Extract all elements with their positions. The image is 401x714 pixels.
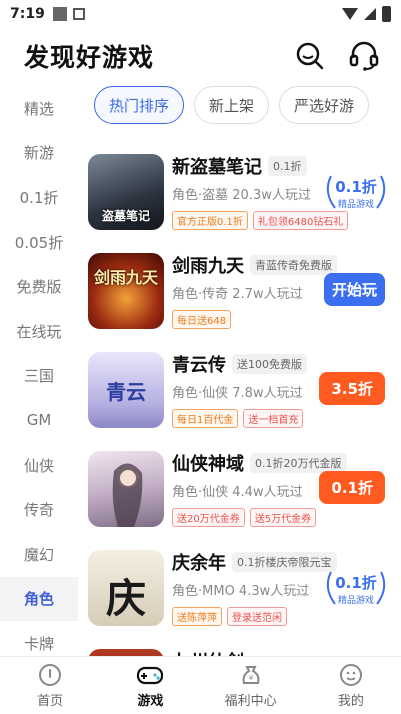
nav-profile[interactable]: 我的 xyxy=(301,657,401,714)
app-notification-icon xyxy=(72,8,85,20)
game-name: 剑雨九天 xyxy=(172,256,244,277)
laurel-icon xyxy=(326,175,386,209)
benefit-chip: 每日1百代金 xyxy=(172,409,239,428)
search-button[interactable] xyxy=(293,39,327,73)
game-version-tag: 青蓝传奇免费版 xyxy=(250,255,337,275)
discount-button[interactable]: 0.1折 xyxy=(319,471,385,504)
game-name: 庆余年 xyxy=(172,553,226,574)
game-version-tag: 送100免费版 xyxy=(232,354,307,374)
game-item[interactable]: 仙侠神域 0.1折20万代金版 角色·仙侠 4.4w人玩过 送20万代金券 送5… xyxy=(78,439,401,538)
game-version-tag: 0.1折20万代金版 xyxy=(250,453,347,473)
battery-icon xyxy=(382,6,391,22)
sidebar-item-free[interactable]: 免费版 xyxy=(0,264,78,309)
nav-label: 我的 xyxy=(337,693,364,709)
game-name: 九州仙剑 xyxy=(172,648,244,656)
bottom-nav: 首页 游戏 ¥ 福利中心 我的 xyxy=(0,656,401,714)
notification-icon xyxy=(52,7,67,21)
cover-title: 剑雨九天 xyxy=(93,268,158,287)
sidebar-item-01-discount[interactable]: 0.1折 xyxy=(0,175,78,220)
game-name: 新盗墓笔记 xyxy=(172,157,262,178)
search-icon xyxy=(296,42,324,70)
game-item[interactable]: 九州仙剑 xyxy=(78,637,401,656)
benefit-chip: 送20万代金券 xyxy=(172,508,245,527)
benefit-chip: 官方正版0.1折 xyxy=(172,211,248,230)
sidebar-item-xianxia[interactable]: 仙侠 xyxy=(0,443,78,488)
game-cover-image: 剑雨九天 xyxy=(88,253,164,329)
game-list: 盗墓笔记 新盗墓笔记 0.1折 角色·盗墓 20.3w人玩过 官方正版0.1折 … xyxy=(78,142,401,656)
game-version-tag: 0.1折 xyxy=(268,156,307,176)
sidebar-item-legend[interactable]: 传奇 xyxy=(0,487,78,532)
nav-label: 福利中心 xyxy=(224,693,277,709)
discount-seal-badge: 0.1折 精品游戏 xyxy=(321,564,391,614)
page-title: 发现好游戏 xyxy=(24,43,155,72)
gift-bag-icon: ¥ xyxy=(242,665,260,684)
cover-title: 盗墓笔记 xyxy=(101,209,150,223)
game-name: 仙侠神域 xyxy=(172,454,244,475)
game-cover-image xyxy=(88,649,164,656)
laurel-icon xyxy=(326,571,386,605)
tab-new[interactable]: 新上架 xyxy=(194,86,270,124)
status-icons xyxy=(342,6,391,22)
game-cover-image xyxy=(88,451,164,527)
sidebar-item-005-discount[interactable]: 0.05折 xyxy=(0,220,78,265)
nav-games[interactable]: 游戏 xyxy=(100,657,200,714)
cover-title: 青云 xyxy=(106,380,146,404)
nav-home[interactable]: 首页 xyxy=(0,657,100,714)
sidebar-item-card[interactable]: 卡牌 xyxy=(0,621,78,656)
game-cover-image: 青云 xyxy=(88,352,164,428)
cover-figure xyxy=(112,463,143,527)
nav-label: 游戏 xyxy=(137,693,164,709)
start-play-button[interactable]: 开始玩 xyxy=(323,273,385,306)
sidebar-item-three-kingdoms[interactable]: 三国 xyxy=(0,354,78,399)
status-bar: 7:19 xyxy=(0,0,401,28)
home-icon xyxy=(39,663,62,686)
discount-button[interactable]: 3.5折 xyxy=(319,372,385,405)
sidebar-item-rpg[interactable]: 角色 xyxy=(0,576,78,622)
sort-tabs: 热门排序 新上架 严选好游 xyxy=(94,86,401,128)
tab-curated[interactable]: 严选好游 xyxy=(279,86,370,124)
gamepad-icon xyxy=(137,666,164,684)
game-name: 青云传 xyxy=(172,355,226,376)
signal-icon xyxy=(364,8,376,20)
profile-icon xyxy=(339,663,362,686)
tab-hot[interactable]: 热门排序 xyxy=(94,86,185,124)
game-item[interactable]: 青云 青云传 送100免费版 角色·仙侠 7.8w人玩过 每日1百代金 送一档首… xyxy=(78,340,401,439)
sidebar-item-featured[interactable]: 精选 xyxy=(0,86,78,131)
game-item[interactable]: 剑雨九天 剑雨九天 青蓝传奇免费版 角色·传奇 2.7w人玩过 每日送648 开… xyxy=(78,241,401,340)
headset-icon xyxy=(349,41,379,71)
benefit-chip: 每日送648 xyxy=(172,310,232,329)
category-sidebar: 精选 新游 0.1折 0.05折 免费版 在线玩 三国 GM 仙侠 传奇 魔幻 … xyxy=(0,86,78,656)
game-item[interactable]: 盗墓笔记 新盗墓笔记 0.1折 角色·盗墓 20.3w人玩过 官方正版0.1折 … xyxy=(78,142,401,241)
sidebar-item-new[interactable]: 新游 xyxy=(0,131,78,176)
discount-seal-badge: 0.1折 精品游戏 xyxy=(321,168,391,218)
sidebar-item-gm[interactable]: GM xyxy=(0,398,78,443)
sidebar-item-online[interactable]: 在线玩 xyxy=(0,309,78,354)
cover-title: 庆 xyxy=(106,576,146,622)
page-header: 发现好游戏 xyxy=(24,38,381,74)
game-cover-image: 庆 xyxy=(88,550,164,626)
nav-label: 首页 xyxy=(37,693,64,709)
game-item[interactable]: 庆 庆余年 0.1折楼庆帝限元宝 角色·MMO 4.3w人玩过 送陈萍萍 登录送… xyxy=(78,538,401,637)
wifi-icon xyxy=(342,8,358,20)
nav-welfare[interactable]: ¥ 福利中心 xyxy=(201,657,301,714)
status-time: 7:19 xyxy=(10,6,45,22)
sidebar-item-fantasy[interactable]: 魔幻 xyxy=(0,532,78,577)
benefit-chip: 送5万代金券 xyxy=(249,508,317,527)
benefit-chip: 登录送范闲 xyxy=(227,607,287,626)
benefit-chip: 送陈萍萍 xyxy=(172,607,222,626)
svg-text:¥: ¥ xyxy=(248,674,253,682)
game-cover-image: 盗墓笔记 xyxy=(88,154,164,230)
customer-service-button[interactable] xyxy=(347,39,381,73)
benefit-chip: 送一档首充 xyxy=(243,409,304,428)
